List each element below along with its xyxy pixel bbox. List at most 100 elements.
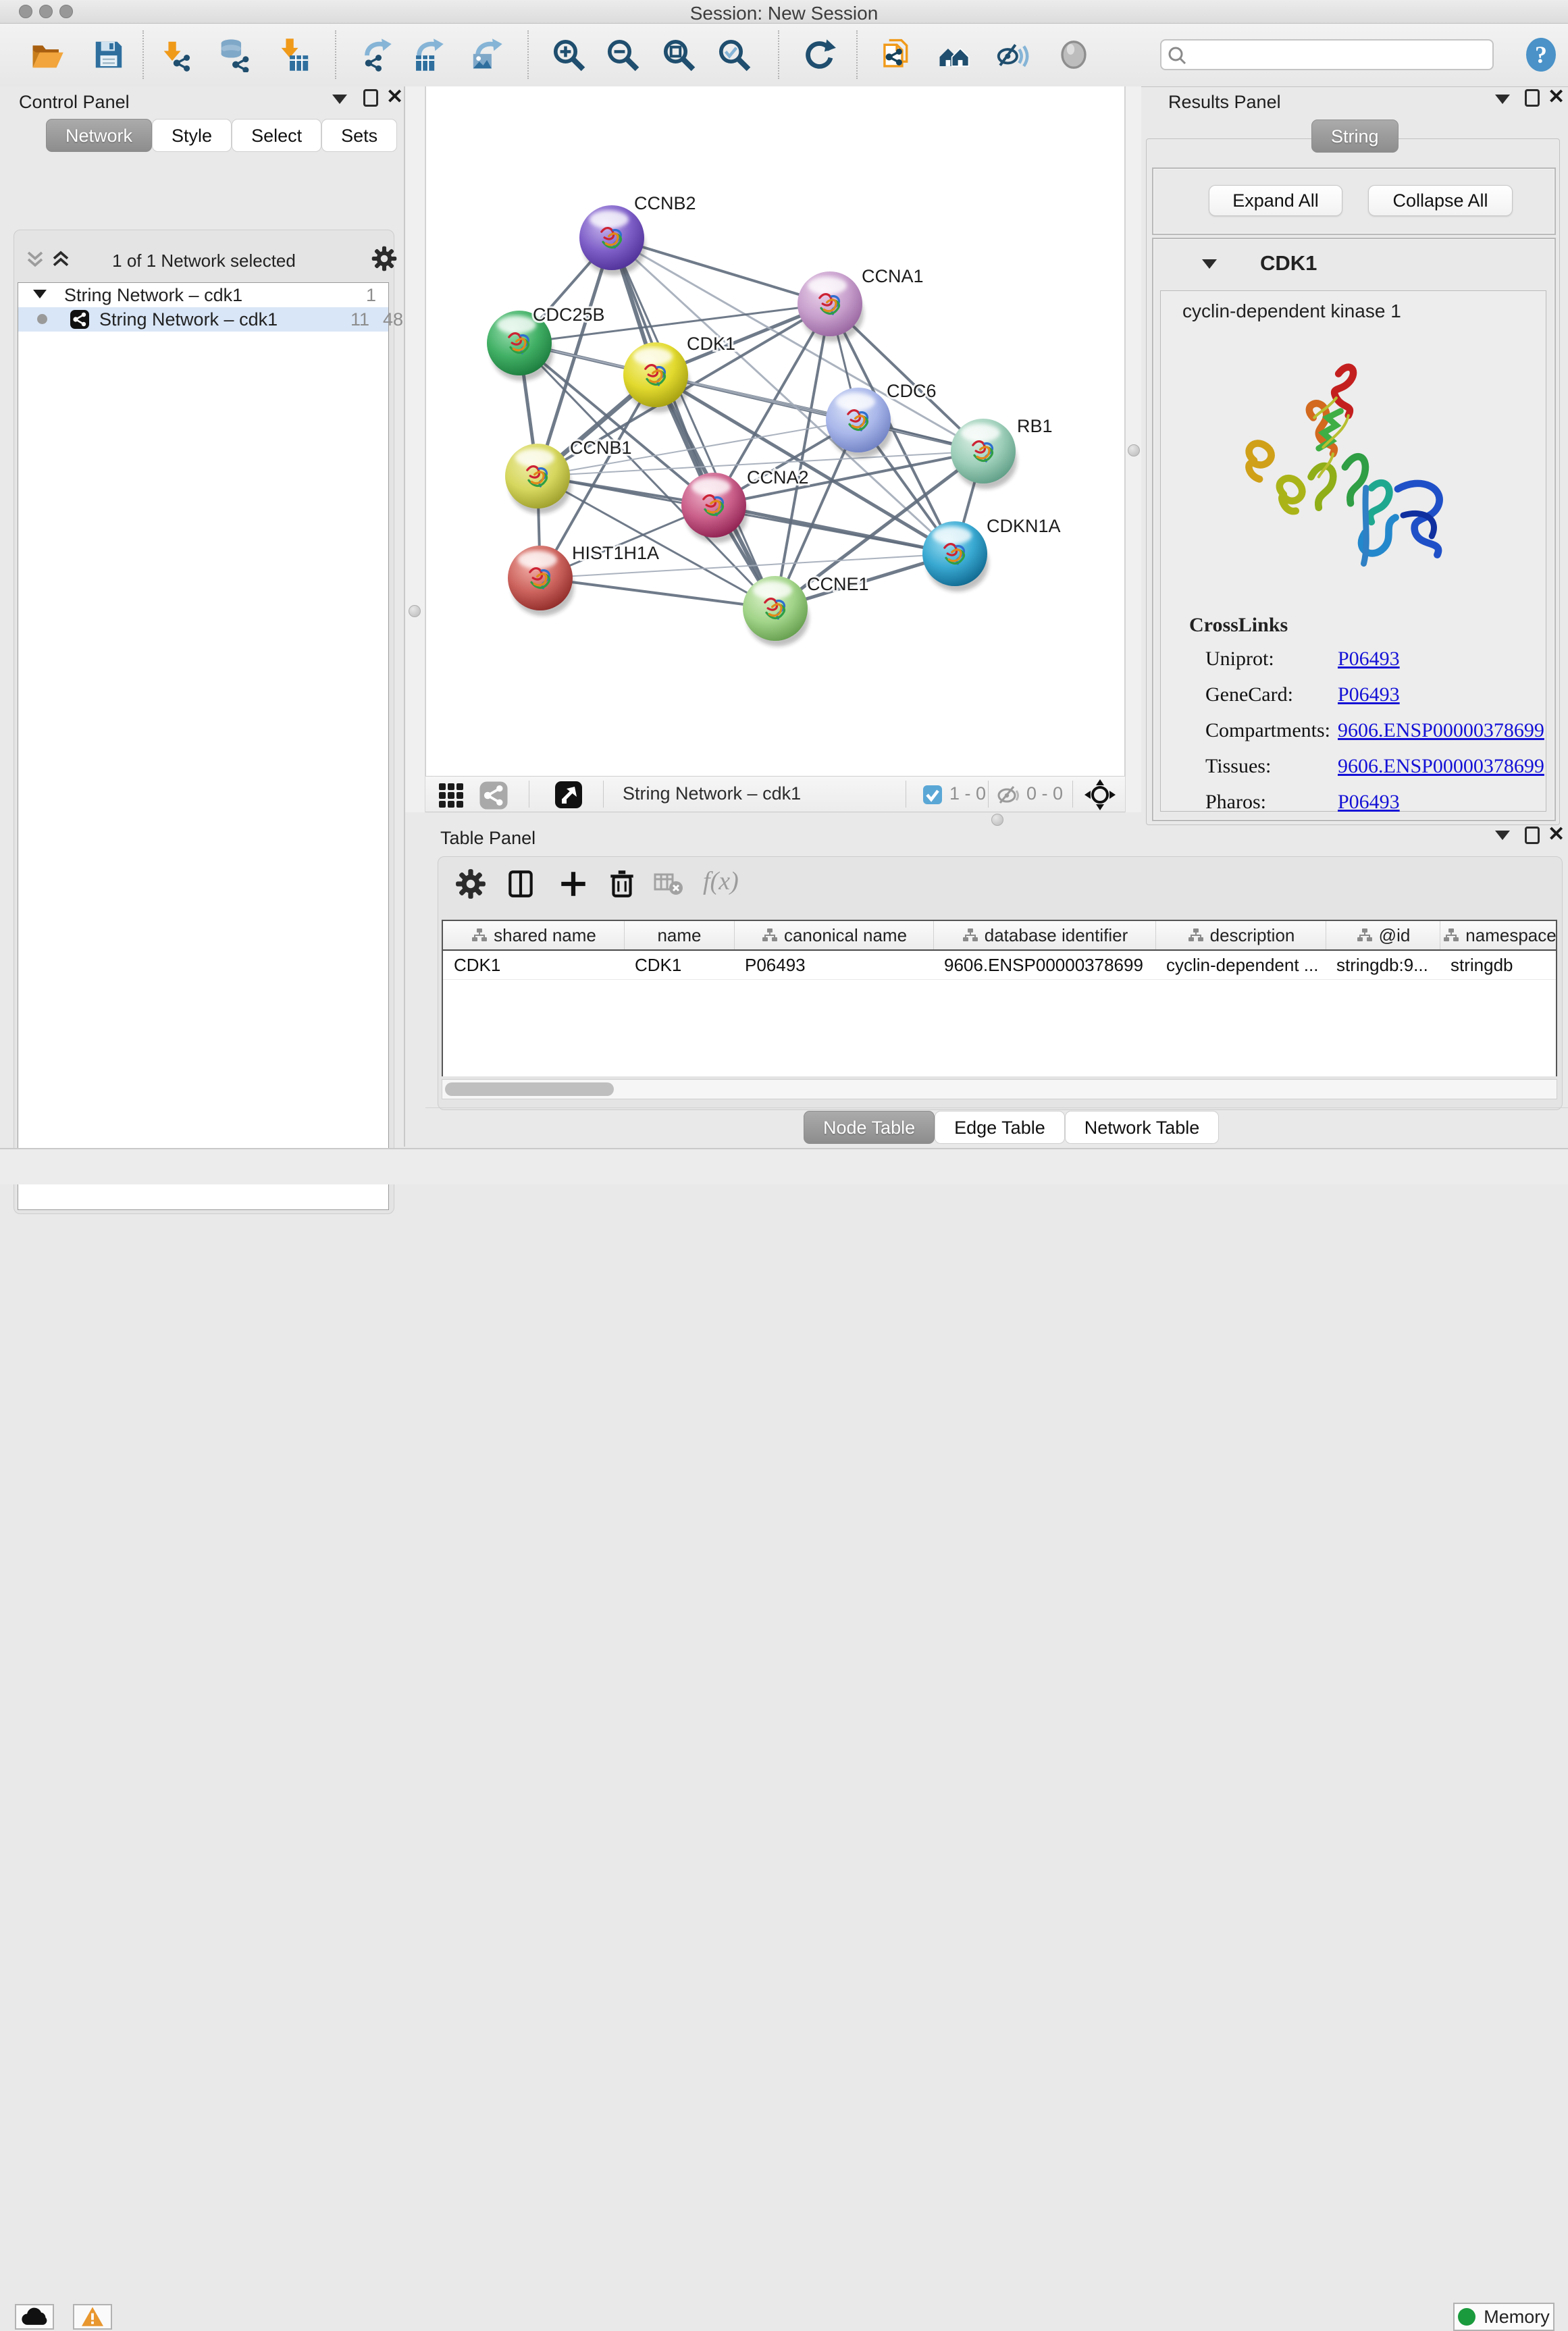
splitter-handle-icon[interactable] bbox=[409, 605, 421, 617]
network-collection-row[interactable]: String Network – cdk1 1 bbox=[18, 283, 388, 307]
network-node-cdk1[interactable]: CDK1 bbox=[623, 334, 735, 413]
import-table-icon[interactable] bbox=[278, 37, 313, 72]
tab-string[interactable]: String bbox=[1311, 120, 1399, 153]
table-panel: Table Panel ✕ f(x) shared namenamecanoni… bbox=[425, 827, 1568, 1148]
export-image-icon[interactable] bbox=[469, 37, 504, 72]
warnings-button[interactable] bbox=[73, 2304, 112, 2330]
save-session-icon[interactable] bbox=[91, 37, 126, 72]
column-header-sharedname[interactable]: shared name bbox=[443, 921, 624, 949]
column-header-canonicalname[interactable]: canonical name bbox=[734, 921, 933, 949]
control-panel-close-icon[interactable]: ✕ bbox=[386, 88, 403, 106]
crosslink-link[interactable]: P06493 bbox=[1338, 683, 1400, 706]
hidden-count: 0 - 0 bbox=[1026, 783, 1063, 804]
network-edge[interactable] bbox=[612, 238, 983, 451]
column-header-description[interactable]: description bbox=[1155, 921, 1326, 949]
network-node-ccnb2[interactable]: CCNB2 bbox=[579, 193, 696, 276]
table-options-gear-icon[interactable] bbox=[454, 868, 487, 900]
network-node-rb1[interactable]: RB1 bbox=[951, 416, 1053, 489]
tab-select[interactable]: Select bbox=[232, 119, 321, 152]
crosslink-link[interactable]: 9606.ENSP00000378699 bbox=[1338, 719, 1544, 742]
search-input[interactable] bbox=[1191, 42, 1491, 69]
table-panel-close-icon[interactable]: ✕ bbox=[1548, 826, 1565, 843]
separator bbox=[1072, 781, 1073, 808]
export-table-icon[interactable] bbox=[410, 37, 445, 72]
memory-button[interactable]: Memory bbox=[1453, 2303, 1554, 2331]
add-column-icon[interactable] bbox=[557, 868, 590, 900]
table-row[interactable]: CDK1CDK1P064939606.ENSP00000378699cyclin… bbox=[443, 951, 1556, 980]
vertical-splitter-right[interactable] bbox=[1125, 86, 1141, 812]
crosslink-row: Uniprot:P06493 bbox=[1205, 648, 1536, 671]
table-hscrollbar[interactable] bbox=[442, 1079, 1557, 1099]
tab-node-table[interactable]: Node Table bbox=[804, 1111, 935, 1144]
refresh-icon[interactable] bbox=[802, 37, 837, 72]
toolbar-separator bbox=[527, 30, 529, 79]
string-home-icon[interactable] bbox=[937, 37, 972, 72]
preview-eye-icon[interactable] bbox=[1056, 37, 1091, 72]
column-header-name[interactable]: name bbox=[624, 921, 734, 949]
results-panel-float-icon[interactable] bbox=[1525, 89, 1540, 107]
help-button[interactable]: ? bbox=[1523, 37, 1559, 72]
import-network-database-icon[interactable] bbox=[217, 37, 253, 72]
network-options-gear-icon[interactable] bbox=[371, 245, 398, 272]
network-edge[interactable] bbox=[714, 505, 955, 554]
show-columns-icon[interactable] bbox=[504, 868, 537, 900]
tab-network-table[interactable]: Network Table bbox=[1065, 1111, 1220, 1144]
zoom-selected-icon[interactable] bbox=[716, 37, 752, 72]
cloud-status-button[interactable] bbox=[15, 2304, 54, 2330]
tab-edge-table[interactable]: Edge Table bbox=[935, 1111, 1065, 1144]
splitter-handle-icon[interactable] bbox=[991, 814, 1003, 826]
search-box[interactable] bbox=[1160, 39, 1494, 70]
scrollbar-thumb[interactable] bbox=[445, 1082, 614, 1096]
column-header-id[interactable]: @id bbox=[1326, 921, 1440, 949]
control-panel-menu-icon[interactable] bbox=[332, 95, 347, 104]
table-panel-float-icon[interactable] bbox=[1525, 827, 1540, 844]
expand-all-button[interactable]: Expand All bbox=[1209, 185, 1342, 216]
network-node-ccna1[interactable]: CCNA1 bbox=[798, 266, 924, 342]
share-document-icon[interactable] bbox=[879, 37, 914, 72]
fit-content-crosshair-icon[interactable] bbox=[1084, 779, 1116, 810]
window-title: Session: New Session bbox=[0, 3, 1568, 24]
result-collapse-icon[interactable] bbox=[1202, 259, 1217, 269]
results-panel-close-icon[interactable]: ✕ bbox=[1548, 88, 1565, 106]
selected-checkbox-icon[interactable] bbox=[922, 785, 943, 805]
column-header-databaseidentifier[interactable]: database identifier bbox=[933, 921, 1155, 949]
tab-sets[interactable]: Sets bbox=[321, 119, 397, 152]
network-node-cdc25b[interactable]: CDC25B bbox=[487, 305, 605, 381]
table-panel-menu-icon[interactable] bbox=[1495, 831, 1510, 840]
crosslink-link[interactable]: P06493 bbox=[1338, 791, 1400, 814]
vertical-splitter-left[interactable] bbox=[405, 86, 425, 812]
delete-column-trash-icon[interactable] bbox=[606, 868, 638, 900]
splitter-handle-icon[interactable] bbox=[1128, 444, 1140, 456]
zoom-in-icon[interactable] bbox=[551, 37, 586, 72]
control-panel-title: Control Panel bbox=[19, 92, 130, 113]
cloud-icon bbox=[21, 2307, 48, 2326]
collapse-all-button[interactable]: Collapse All bbox=[1368, 185, 1513, 216]
tree-expand-icon[interactable] bbox=[33, 290, 47, 298]
node-table[interactable]: shared namenamecanonical namedatabase id… bbox=[442, 920, 1557, 1076]
tab-style[interactable]: Style bbox=[152, 119, 232, 152]
import-network-icon[interactable] bbox=[160, 37, 195, 72]
results-panel-tab-string[interactable]: String bbox=[1311, 120, 1399, 153]
crosslink-link[interactable]: P06493 bbox=[1338, 648, 1400, 671]
open-session-icon[interactable] bbox=[30, 37, 65, 72]
column-header-namespace[interactable]: namespace bbox=[1440, 921, 1557, 949]
export-network-icon[interactable] bbox=[358, 37, 393, 72]
open-in-window-icon[interactable] bbox=[554, 781, 583, 809]
hide-glasses-icon[interactable] bbox=[994, 37, 1029, 72]
network-share-button-icon[interactable] bbox=[479, 781, 508, 810]
toolbar-separator bbox=[142, 30, 144, 79]
network-row-selected[interactable]: String Network – cdk1 11 48 bbox=[18, 307, 388, 332]
network-selection-status: 1 of 1 Network selected bbox=[14, 251, 394, 271]
crosslink-link[interactable]: 9606.ENSP00000378699 bbox=[1338, 755, 1544, 778]
results-panel-menu-icon[interactable] bbox=[1495, 95, 1510, 104]
zoom-fit-icon[interactable] bbox=[661, 37, 696, 72]
network-node-hist1h1a[interactable]: HIST1H1A bbox=[508, 543, 659, 616]
network-edge[interactable] bbox=[540, 578, 775, 608]
grid-view-icon[interactable] bbox=[438, 782, 465, 809]
zoom-out-icon[interactable] bbox=[605, 37, 640, 72]
network-canvas[interactable]: CCNB2 CCNA1 CDC25B CDK1 CDC6 RB1 CCNB1 C… bbox=[425, 86, 1125, 776]
separator bbox=[603, 781, 604, 808]
control-panel-float-icon[interactable] bbox=[363, 89, 378, 107]
tab-network[interactable]: Network bbox=[46, 119, 152, 152]
network-node-cdkn1a[interactable]: CDKN1A bbox=[922, 516, 1061, 592]
